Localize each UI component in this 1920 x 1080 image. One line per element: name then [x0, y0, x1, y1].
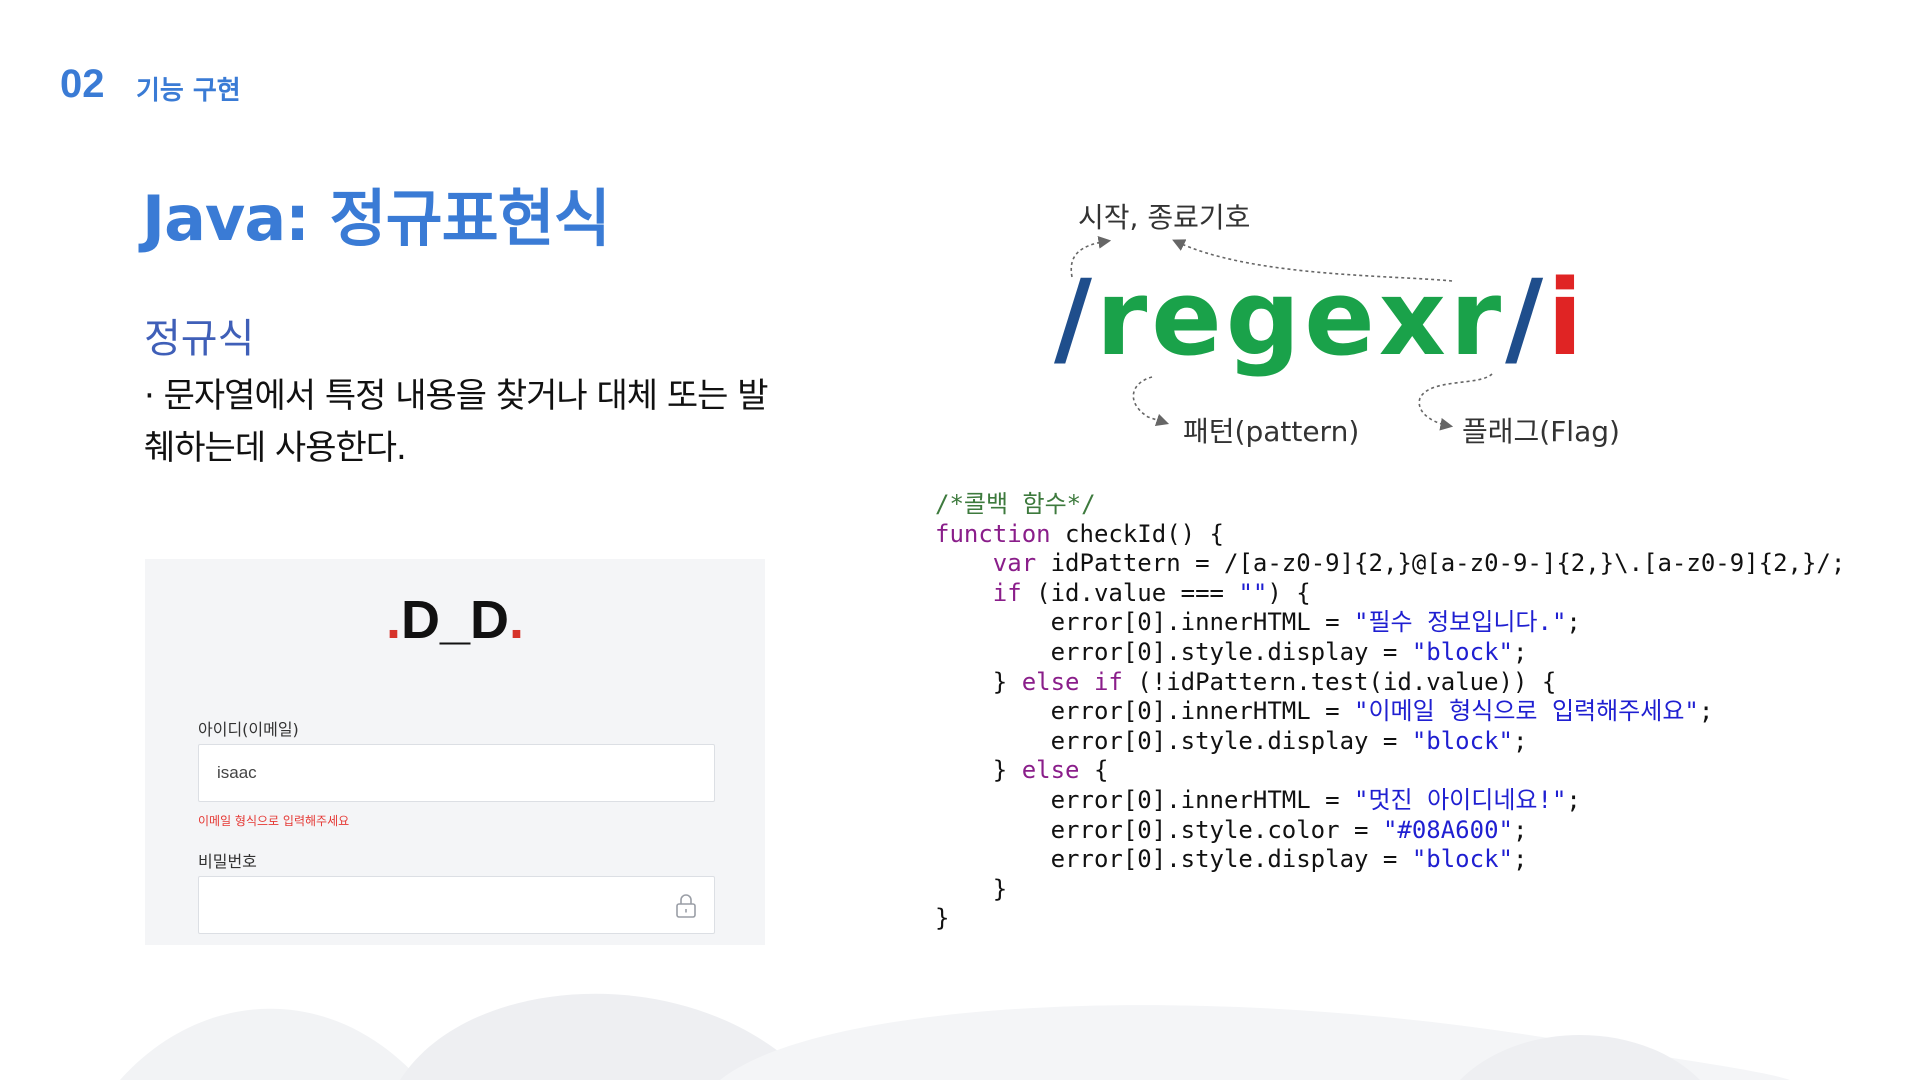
code-line: error[0].style.display = "block"; — [935, 638, 1845, 668]
code-token: (id.value === — [1021, 578, 1239, 607]
code-token: } — [935, 874, 1008, 903]
password-field[interactable] — [198, 876, 715, 934]
id-error-message: 이메일 형식으로 입력해주세요 — [198, 814, 350, 828]
code-token: "block" — [1411, 637, 1513, 666]
code-token: } — [935, 904, 950, 933]
code-line: error[0].style.color = "#08A600"; — [935, 816, 1845, 846]
code-token: checkId() { — [1050, 519, 1224, 548]
page-title: Java: 정규표현식 — [142, 182, 611, 255]
code-token: } — [935, 756, 1022, 785]
code-token: "" — [1238, 578, 1268, 607]
code-token: else if — [1021, 667, 1123, 696]
regex-close-slash: / — [1505, 257, 1548, 379]
description: · 문자열에서 특정 내용을 찾거나 대체 또는 발췌하는데 사용한다. — [144, 376, 769, 468]
code-token: "멋진 아이디네요!" — [1354, 785, 1567, 814]
code-token: error[0].innerHTML = — [935, 697, 1355, 726]
code-line: if (id.value === "") { — [935, 579, 1845, 609]
code-line: var idPattern = /[a-z0-9]{2,}@[a-z0-9-]{… — [935, 549, 1846, 579]
code-token: } — [935, 667, 1022, 696]
code-token: ; — [1512, 845, 1528, 874]
code-token: error[0].style.display = — [935, 845, 1412, 874]
id-field[interactable]: isaac — [198, 744, 715, 802]
code-token: idPattern = /[a-z0-9]{2,}@[a-z0-9-]{2,}\… — [1036, 549, 1846, 578]
code-line: error[0].style.display = "block"; — [935, 727, 1845, 757]
code-token: ; — [1698, 697, 1714, 726]
code-line: function checkId() { — [935, 520, 1845, 550]
code-token: "이메일 형식으로 입력해주세요" — [1354, 697, 1699, 726]
code-token: "block" — [1411, 845, 1513, 874]
lock-icon — [676, 894, 696, 918]
code-token: ; — [1512, 637, 1528, 666]
logo-dot-left: . — [385, 590, 401, 650]
code-token: "block" — [1411, 726, 1513, 755]
code-token: (!idPattern.test(id.value)) { — [1122, 667, 1557, 696]
code-token: ; — [1512, 726, 1528, 755]
id-field-value: isaac — [217, 763, 257, 782]
code-token: error[0].style.color = — [935, 815, 1383, 844]
code-token: error[0].innerHTML = — [935, 785, 1355, 814]
code-line: error[0].innerHTML = "멋진 아이디네요!"; — [935, 786, 1845, 816]
section-number: 02 — [60, 62, 105, 106]
regex-flag: i — [1547, 257, 1587, 379]
code-line: error[0].innerHTML = "이메일 형식으로 입력해주세요"; — [935, 697, 1845, 727]
code-token: error[0].style.display = — [935, 726, 1412, 755]
password-label: 비밀번호 — [198, 852, 257, 871]
decorative-waves — [120, 993, 1790, 1080]
arrow-to-delimiters-left — [1070, 236, 1112, 278]
logo-dot-right: . — [509, 590, 525, 650]
code-token: "필수 정보입니다." — [1354, 608, 1567, 637]
code-token: if — [992, 578, 1022, 607]
code-token: error[0].style.display = — [935, 637, 1412, 666]
code-line: error[0].innerHTML = "필수 정보입니다."; — [935, 608, 1845, 638]
subtitle: 정규식 — [144, 316, 255, 362]
code-line: } else { — [935, 756, 1845, 786]
logo-text: D_D — [400, 590, 510, 650]
section-title: 기능 구현 — [136, 76, 241, 106]
login-form-screenshot: .D_D. 아이디(이메일) isaac 이메일 형식으로 입력해주세요 비밀번… — [145, 559, 765, 945]
code-token: "#08A600" — [1382, 815, 1513, 844]
code-token: ; — [1566, 785, 1581, 814]
code-token: var — [992, 549, 1037, 578]
code-token: else — [1021, 756, 1080, 785]
code-token: /*콜백 함수*/ — [935, 490, 1096, 518]
arrow-to-flag — [1418, 373, 1493, 431]
code-block: /*콜백 함수*/function checkId() { var idPatt… — [935, 490, 1845, 934]
code-line: } — [935, 875, 1845, 905]
code-line: /*콜백 함수*/ — [935, 490, 1845, 520]
code-token: function — [935, 519, 1051, 548]
code-token: { — [1079, 756, 1109, 785]
dd-logo: .D_D. — [145, 589, 765, 651]
id-label: 아이디(이메일) — [198, 720, 299, 739]
code-line: } else if (!idPattern.test(id.value)) { — [935, 668, 1845, 698]
code-token: ; — [1512, 815, 1528, 844]
arrow-to-pattern — [1132, 376, 1170, 427]
code-token: error[0].innerHTML = — [935, 608, 1355, 637]
code-line: error[0].style.display = "block"; — [935, 845, 1845, 875]
code-token: ; — [1566, 608, 1581, 637]
code-token: ) { — [1267, 578, 1311, 607]
code-line: } — [935, 904, 1845, 934]
arrow-to-delimiters-right — [1172, 239, 1453, 282]
